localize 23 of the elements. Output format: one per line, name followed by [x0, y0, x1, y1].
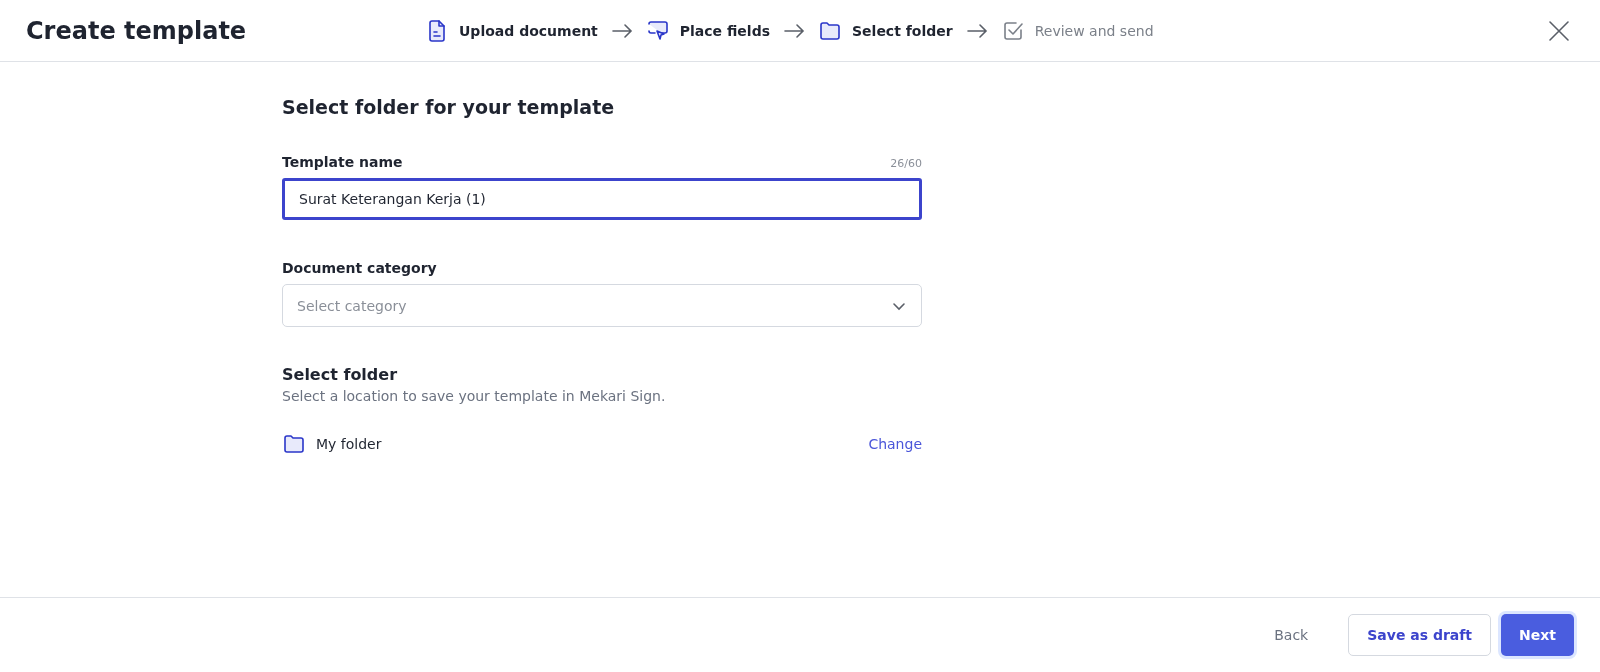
step-label: Upload document — [459, 23, 598, 39]
folder-icon — [818, 19, 842, 43]
next-button[interactable]: Next — [1501, 614, 1574, 656]
template-name-input[interactable]: Surat Keterangan Kerja (1) — [282, 178, 922, 220]
back-button[interactable]: Back — [1256, 614, 1327, 656]
character-counter: 26/60 — [890, 157, 922, 170]
field-label: Template name — [282, 154, 403, 170]
step-label: Select folder — [852, 23, 953, 39]
field-label: Document category — [282, 260, 437, 276]
folder-description: Select a location to save your template in Mekari Sign. — [282, 388, 667, 404]
folder-heading: Select folder — [282, 365, 399, 384]
step-label: Review and send — [1034, 23, 1154, 39]
folder-name: My folder — [316, 436, 382, 452]
wizard-step[interactable]: Place fields — [645, 19, 770, 43]
save-draft-button[interactable]: Save as draft — [1348, 614, 1492, 656]
page-title: Create template — [26, 16, 247, 45]
step-label: Place fields — [679, 23, 770, 39]
section-title: Select folder for your template — [282, 96, 616, 118]
change-link[interactable]: Change — [868, 436, 922, 452]
wizard-step[interactable]: Select folder — [818, 19, 953, 43]
folder-icon — [282, 432, 306, 456]
wizard-step[interactable]: Upload document — [425, 19, 598, 43]
chat-pointer-icon — [645, 19, 670, 43]
